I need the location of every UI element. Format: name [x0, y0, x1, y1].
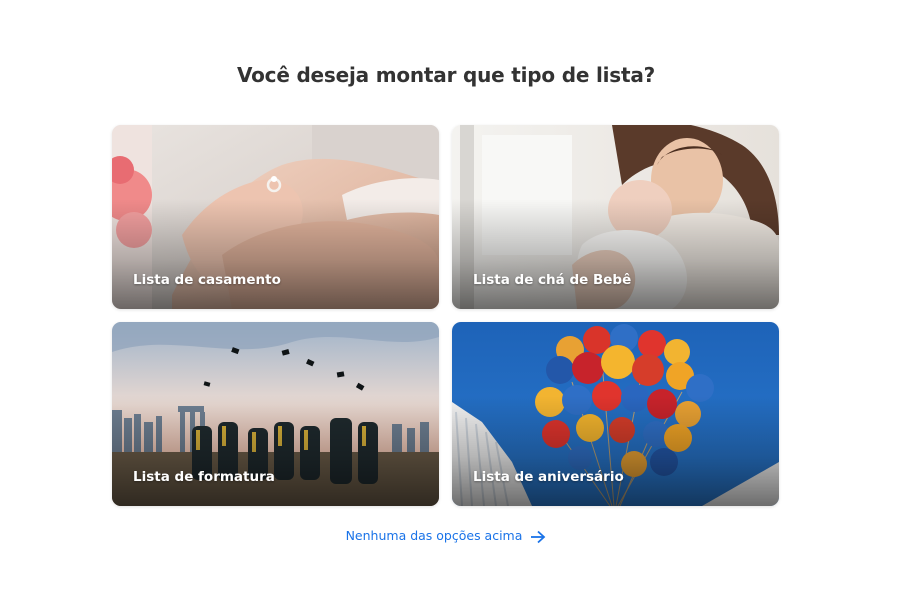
- card-shade: [112, 395, 439, 506]
- card-lista-casamento[interactable]: Lista de casamento: [112, 125, 439, 309]
- arrow-right-icon: [531, 530, 546, 543]
- card-label: Lista de aniversário: [473, 469, 624, 485]
- card-label: Lista de chá de Bebê: [473, 272, 632, 288]
- page-title: Você deseja montar que tipo de lista?: [236, 63, 656, 87]
- card-label: Lista de casamento: [133, 272, 281, 288]
- none-of-the-above-link[interactable]: Nenhuma das opções acima: [0, 528, 892, 544]
- none-of-the-above-label: Nenhuma das opções acima: [345, 528, 523, 543]
- card-shade: [452, 395, 779, 506]
- card-lista-aniversario[interactable]: Lista de aniversário: [452, 322, 779, 506]
- card-label: Lista de formatura: [133, 469, 275, 485]
- card-lista-formatura[interactable]: Lista de formatura: [112, 322, 439, 506]
- card-shade: [452, 198, 779, 309]
- card-lista-cha-de-bebe[interactable]: Lista de chá de Bebê: [452, 125, 779, 309]
- card-shade: [112, 198, 439, 309]
